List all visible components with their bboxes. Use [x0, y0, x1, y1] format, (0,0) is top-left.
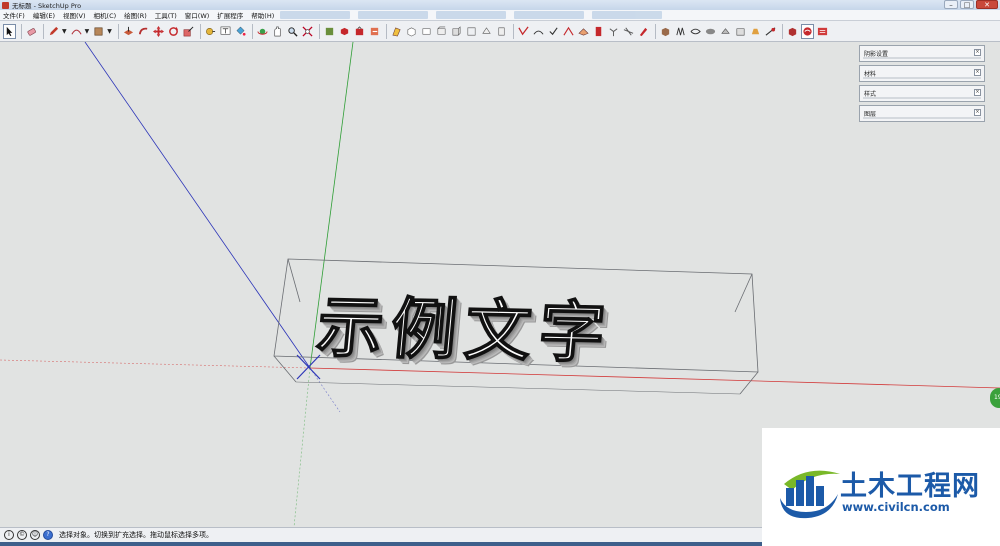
window-controls: – □ ✕ — [944, 0, 998, 9]
scale-icon[interactable] — [182, 24, 195, 39]
blue-axis-dashed — [309, 367, 341, 413]
chevron-down-icon[interactable]: ▼ — [107, 28, 112, 35]
move-icon[interactable] — [152, 24, 165, 39]
menu-edit[interactable]: 编辑(E) — [33, 10, 55, 20]
from-contours-icon[interactable] — [622, 24, 635, 39]
notification-badge[interactable]: 19 — [990, 388, 1000, 408]
bottom-view-icon[interactable] — [495, 24, 508, 39]
smoove-icon[interactable] — [577, 24, 590, 39]
share-model-icon[interactable] — [368, 24, 381, 39]
section-plane-icon[interactable] — [390, 24, 403, 39]
split-icon[interactable] — [734, 24, 747, 39]
menu-bar: 文件(F) 编辑(E) 视图(V) 相机(C) 绘图(R) 工具(T) 窗口(W… — [0, 10, 1000, 21]
tray-panel-layers[interactable]: 图层 × — [859, 105, 985, 122]
zoom-extents-icon[interactable] — [301, 24, 314, 39]
back-view-icon[interactable] — [465, 24, 478, 39]
flip-edge-icon[interactable] — [607, 24, 620, 39]
red-axis-dashed — [0, 359, 311, 369]
union-icon[interactable] — [689, 24, 702, 39]
push-pull-icon[interactable] — [122, 24, 135, 39]
front-view-icon[interactable] — [435, 24, 448, 39]
subtract-icon[interactable] — [704, 24, 717, 39]
status-hint: 选择对象。切换到扩充选择。拖动鼠标选择多项。 — [59, 531, 213, 539]
arc-icon[interactable] — [70, 24, 83, 39]
window-title: 无标题 - SketchUp Pro — [12, 2, 82, 10]
solid-tools-icon[interactable] — [517, 24, 530, 39]
right-view-icon[interactable] — [450, 24, 463, 39]
extension-warehouse-icon[interactable] — [353, 24, 366, 39]
tray-panel-shadows[interactable]: 阴影设置 × — [859, 45, 985, 62]
maximize-button[interactable]: □ — [960, 0, 974, 9]
tray-close-icon[interactable]: × — [974, 109, 981, 116]
rotate-icon[interactable] — [167, 24, 180, 39]
close-button[interactable]: ✕ — [976, 0, 998, 9]
paint-bucket-icon[interactable] — [234, 24, 247, 39]
watermark-title: 土木工程网 — [840, 471, 980, 502]
menu-tools[interactable]: 工具(T) — [155, 10, 177, 20]
model-3d-text[interactable]: 示例文字 — [313, 288, 617, 373]
tray-panel-styles[interactable]: 样式 × — [859, 85, 985, 102]
tape-measure-icon[interactable] — [204, 24, 217, 39]
pencil-icon[interactable] — [47, 24, 60, 39]
menu-help[interactable]: 帮助(H) — [251, 10, 274, 20]
iso-view-icon[interactable] — [405, 24, 418, 39]
sandbox-icon[interactable] — [532, 24, 545, 39]
su-podium-icon[interactable] — [816, 24, 829, 39]
tray-panel-materials[interactable]: 材料 × — [859, 65, 985, 82]
menu-draw[interactable]: 绘图(R) — [124, 10, 147, 20]
components-icon[interactable] — [338, 24, 351, 39]
instructor-icon[interactable]: ? — [43, 530, 53, 540]
drape-icon[interactable] — [562, 24, 575, 39]
eraser-icon[interactable] — [25, 24, 38, 39]
chevron-down-icon[interactable]: ▼ — [62, 28, 67, 35]
green-axis-dashed — [293, 367, 311, 527]
warehouse-icon[interactable] — [323, 24, 336, 39]
top-view-icon[interactable] — [420, 24, 433, 39]
watermark: 土木工程网 www.civilcn.com — [762, 428, 1000, 546]
trim-icon[interactable] — [719, 24, 732, 39]
background-window-tabs — [280, 11, 662, 19]
rectangle-icon[interactable] — [92, 24, 105, 39]
user-icon[interactable]: ☺ — [30, 530, 40, 540]
menu-window[interactable]: 窗口(W) — [185, 10, 210, 20]
title-bar: 无标题 - SketchUp Pro – □ ✕ — [0, 0, 1000, 10]
left-view-icon[interactable] — [480, 24, 493, 39]
menu-extensions[interactable]: 扩展程序 — [217, 10, 243, 20]
default-tray: 阴影设置 × 材料 × 样式 × 图层 × — [859, 45, 985, 125]
menu-file[interactable]: 文件(F) — [3, 10, 25, 20]
follow-me-icon[interactable] — [137, 24, 150, 39]
minimize-button[interactable]: – — [944, 0, 958, 9]
orbit-icon[interactable] — [256, 24, 269, 39]
geo-location-icon[interactable]: i — [4, 530, 14, 540]
layout-icon[interactable] — [800, 23, 814, 39]
outer-shell-icon[interactable] — [659, 24, 672, 39]
blue-axis — [84, 42, 311, 369]
zoom-icon[interactable] — [286, 24, 299, 39]
intersect-icon[interactable] — [674, 24, 687, 39]
credits-icon[interactable]: © — [17, 530, 27, 540]
sketchup-logo-icon — [2, 1, 9, 9]
text-icon[interactable] — [219, 24, 232, 39]
pan-icon[interactable] — [271, 24, 284, 39]
from-scratch-icon[interactable] — [637, 24, 650, 39]
add-detail-icon[interactable] — [592, 24, 605, 39]
select-icon[interactable] — [3, 23, 16, 39]
stamp-icon[interactable] — [547, 24, 560, 39]
shadow-icon[interactable] — [749, 24, 762, 39]
tray-close-icon[interactable]: × — [974, 49, 981, 56]
watermark-url: www.civilcn.com — [842, 500, 950, 514]
toolbar: ▼ ▼ ▼ — [0, 21, 1000, 42]
tray-close-icon[interactable]: × — [974, 69, 981, 76]
tray-close-icon[interactable]: × — [974, 89, 981, 96]
ruby-console-icon[interactable] — [786, 24, 799, 39]
menu-camera[interactable]: 相机(C) — [94, 10, 117, 20]
chevron-down-icon[interactable]: ▼ — [85, 28, 90, 35]
menu-view[interactable]: 视图(V) — [63, 10, 86, 20]
fog-icon[interactable] — [764, 24, 777, 39]
civilcn-logo-icon — [780, 470, 840, 519]
